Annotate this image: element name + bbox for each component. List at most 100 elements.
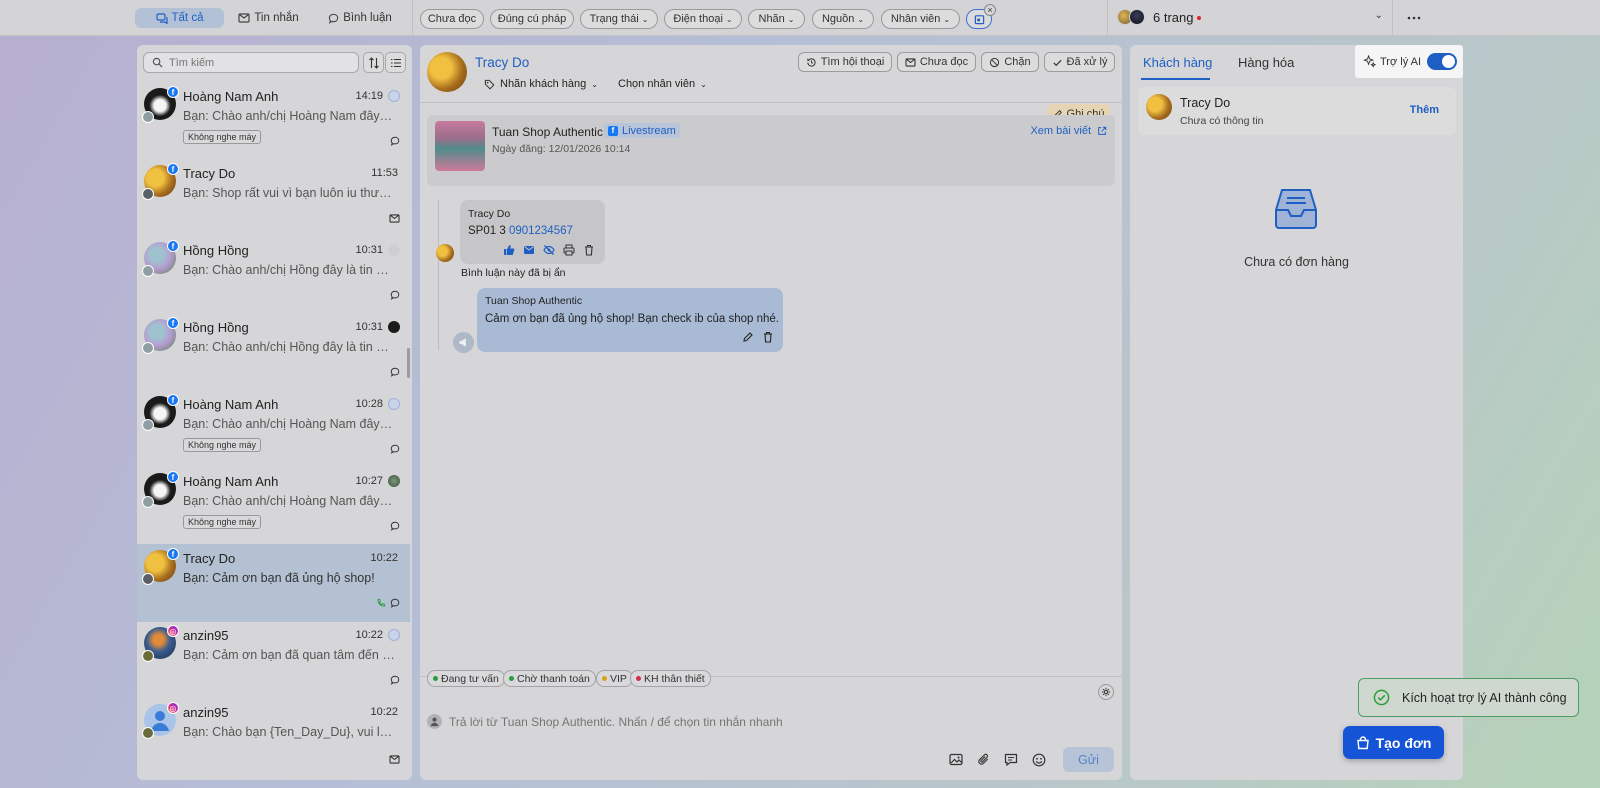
tab-customer[interactable]: Khách hàng bbox=[1143, 55, 1212, 70]
assignee-avatar bbox=[388, 398, 400, 410]
sender-avatar bbox=[427, 714, 442, 729]
conversation-time: 10:22 bbox=[355, 629, 383, 641]
search-input[interactable] bbox=[169, 56, 339, 69]
reply-bubble[interactable]: Tuan Shop Authentic Cảm ơn bạn đã ủng hộ… bbox=[477, 288, 783, 352]
tab-messages[interactable]: Tin nhắn bbox=[232, 8, 305, 28]
view-post-link[interactable]: Xem bài viết bbox=[1030, 125, 1107, 137]
emoji-icon[interactable] bbox=[1032, 753, 1046, 767]
inbox-tray-icon bbox=[1275, 189, 1317, 229]
history-button[interactable]: Tìm hội thoại bbox=[798, 52, 892, 72]
message-icon[interactable] bbox=[523, 244, 535, 256]
pencil-icon[interactable] bbox=[742, 331, 754, 343]
page-avatar bbox=[142, 727, 154, 739]
filter-source[interactable]: Nguồn ⌄ bbox=[812, 9, 874, 29]
settings-button[interactable] bbox=[1098, 684, 1114, 700]
conversation-item[interactable]: f Hoàng Nam Anh 14:19 Bạn: Chào anh/chị … bbox=[137, 82, 410, 160]
chevron-down-icon: ⌄ bbox=[725, 14, 733, 24]
conversation-time: 11:53 bbox=[371, 167, 398, 179]
tab-underline bbox=[1141, 78, 1210, 80]
filter-phone[interactable]: Điện thoại ⌄ bbox=[664, 9, 742, 29]
filter-list-button[interactable] bbox=[385, 52, 406, 73]
status-tag[interactable]: Chờ thanh toán bbox=[503, 670, 596, 687]
filter-status[interactable]: Trạng thái ⌄ bbox=[580, 9, 658, 29]
mark-unread-button[interactable]: Chưa đọc bbox=[897, 52, 976, 72]
add-info-button[interactable]: Thêm bbox=[1410, 104, 1439, 116]
more-menu-button[interactable] bbox=[1402, 8, 1426, 28]
ai-assistant-switch[interactable] bbox=[1427, 53, 1457, 70]
quick-reply-icon[interactable] bbox=[1004, 753, 1018, 766]
filter-label-label: Nhãn bbox=[758, 13, 785, 25]
tab-comments[interactable]: Bình luận bbox=[320, 8, 400, 28]
filter-source-label: Nguồn bbox=[821, 13, 855, 25]
chat-header-divider bbox=[420, 102, 1122, 103]
top-bar: Tất cả Tin nhắn Bình luận Chưa đọc Đúng … bbox=[0, 0, 1600, 36]
reply-input[interactable] bbox=[449, 713, 1089, 731]
conversation-preview: Bạn: Chào bạn {Ten_Day_Du}, vui lòn... bbox=[183, 725, 395, 739]
conversation-item[interactable]: f Hồng Hồng 10:31 Bạn: Chào anh/chị Hồng… bbox=[137, 236, 410, 314]
filter-staff-label: Nhân viên bbox=[890, 13, 941, 25]
customer-info: Chưa có thông tin bbox=[1180, 115, 1264, 127]
status-dot bbox=[602, 676, 607, 681]
tab-all[interactable]: Tất cả bbox=[135, 8, 224, 28]
filter-staff[interactable]: Nhân viên ⌄ bbox=[881, 9, 960, 29]
conversation-item[interactable]: ◎ anzin95 10:22 Bạn: Chào bạn {Ten_Day_D… bbox=[137, 698, 410, 778]
customer-card: Tracy Do Chưa có thông tin Thêm bbox=[1138, 87, 1456, 135]
create-order-button[interactable]: Tạo đơn bbox=[1343, 726, 1444, 759]
contact-avatar bbox=[427, 52, 467, 92]
image-icon[interactable] bbox=[949, 753, 963, 766]
filter-unread[interactable]: Chưa đọc bbox=[420, 9, 484, 29]
customer-panel bbox=[1130, 45, 1463, 780]
filter-syntax[interactable]: Đúng cú pháp bbox=[490, 9, 574, 29]
tab-products[interactable]: Hàng hóa bbox=[1238, 55, 1294, 70]
unread-dot bbox=[1197, 16, 1201, 20]
facebook-icon: f bbox=[167, 394, 179, 406]
conversation-preview: Bạn: Chào anh/chị Hoàng Nam đây là... bbox=[183, 417, 395, 431]
conversation-time: 10:28 bbox=[355, 398, 383, 410]
conversation-item[interactable]: f Hoàng Nam Anh 10:28 Bạn: Chào anh/chị … bbox=[137, 390, 410, 468]
contact-name[interactable]: Tracy Do bbox=[475, 55, 529, 70]
trash-icon[interactable] bbox=[762, 331, 774, 343]
scrollbar[interactable] bbox=[407, 348, 410, 378]
comment-bubble[interactable]: Tracy Do SP01 3 0901234567 bbox=[460, 200, 605, 264]
post-type-label: Livestream bbox=[622, 124, 676, 137]
facebook-icon: f bbox=[167, 86, 179, 98]
chevron-down-icon: ⌄ bbox=[1374, 10, 1383, 21]
attachment-icon[interactable] bbox=[977, 753, 990, 766]
page-avatar bbox=[142, 573, 154, 585]
block-button[interactable]: Chặn bbox=[981, 52, 1039, 72]
filter-label[interactable]: Nhãn ⌄ bbox=[748, 9, 805, 29]
like-icon[interactable] bbox=[503, 244, 515, 256]
assign-staff-button[interactable]: Chọn nhân viên ⌄ bbox=[618, 78, 707, 90]
mark-unread-label: Chưa đọc bbox=[919, 56, 969, 68]
pages-selector[interactable]: 6 trang ⌄ bbox=[1115, 7, 1387, 29]
print-icon[interactable] bbox=[563, 244, 575, 256]
status-tag[interactable]: Đang tư vấn bbox=[427, 670, 505, 687]
conversation-item[interactable]: ◎ anzin95 10:22 Bạn: Cảm ơn bạn đã quan … bbox=[137, 621, 410, 699]
status-tag[interactable]: KH thân thiết bbox=[630, 670, 711, 687]
post-thumbnail bbox=[435, 121, 485, 171]
hide-icon[interactable] bbox=[543, 244, 555, 256]
sort-icon bbox=[368, 56, 379, 69]
conversation-item[interactable]: f Tracy Do 11:53 Bạn: Shop rất vui vì bạ… bbox=[137, 159, 410, 237]
conversation-item-selected[interactable]: f Tracy Do 10:22 Bạn: Cảm ơn bạn đã ủng … bbox=[137, 544, 410, 622]
customer-tag-button[interactable]: Nhãn khách hàng ⌄ bbox=[484, 78, 598, 90]
sort-button[interactable] bbox=[363, 52, 384, 73]
conversation-item[interactable]: f Hoàng Nam Anh 10:27 Bạn: Chào anh/chị … bbox=[137, 467, 410, 545]
trash-icon[interactable] bbox=[583, 244, 595, 256]
external-link-icon bbox=[1098, 126, 1107, 135]
search-box[interactable] bbox=[143, 52, 359, 73]
status-dot bbox=[509, 676, 514, 681]
status-tag[interactable]: VIP bbox=[596, 670, 633, 687]
send-button[interactable]: Gửi bbox=[1063, 747, 1114, 772]
comment-phone-link[interactable]: 0901234567 bbox=[509, 225, 573, 237]
page-avatar bbox=[142, 342, 154, 354]
tab-all-label: Tất cả bbox=[171, 12, 204, 24]
conversation-name: Tracy Do bbox=[183, 551, 236, 566]
clear-date-filter-button[interactable]: × bbox=[984, 4, 996, 16]
mark-done-button[interactable]: Đã xử lý bbox=[1044, 52, 1115, 72]
chat-bubbles-icon bbox=[155, 13, 168, 24]
conversation-item[interactable]: f Hồng Hồng 10:31 Bạn: Chào anh/chị Hồng… bbox=[137, 313, 410, 391]
chevron-down-icon: ⌄ bbox=[700, 79, 707, 89]
comment-icon bbox=[390, 367, 400, 377]
reply-actions bbox=[742, 331, 774, 343]
